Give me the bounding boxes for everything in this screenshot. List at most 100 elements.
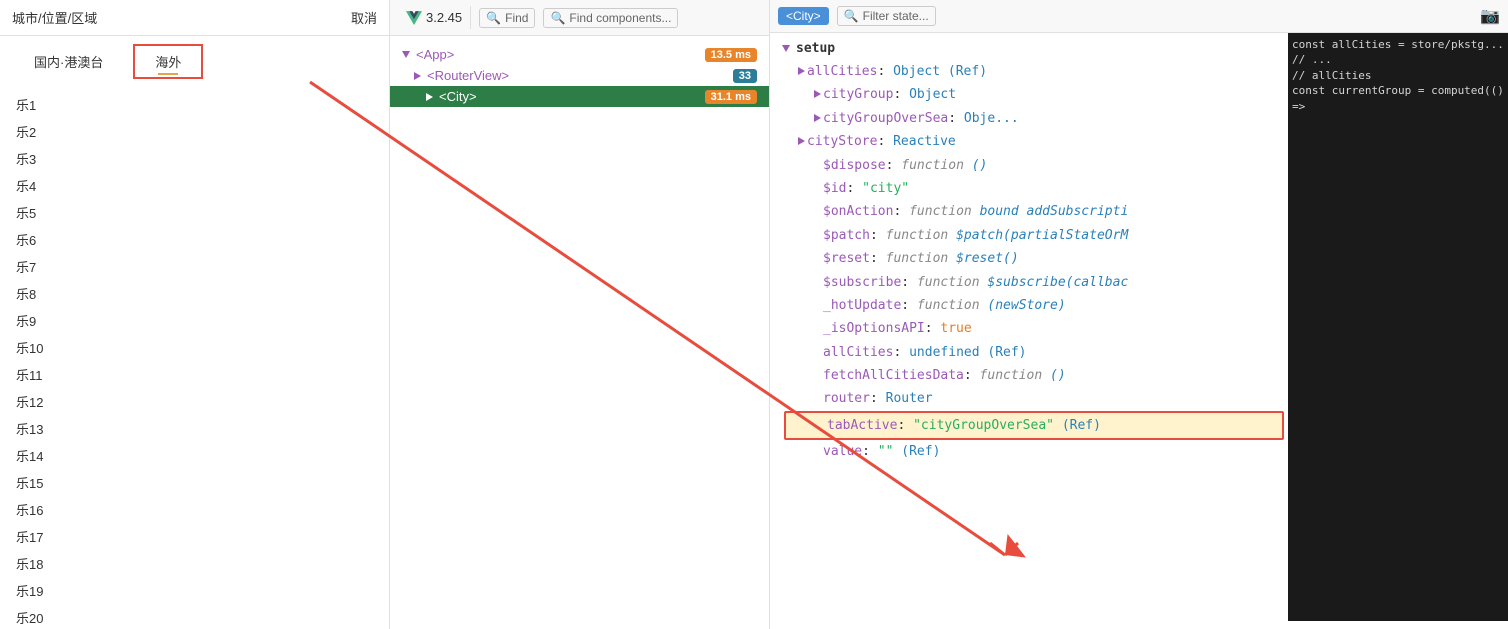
prop-colon: :: [870, 228, 886, 243]
vue-version-badge: 3.2.45: [398, 6, 471, 29]
city-list-item[interactable]: 乐1: [0, 91, 389, 118]
section-label: setup: [796, 41, 835, 56]
city-list-item[interactable]: 乐15: [0, 469, 389, 496]
prop-func-name: (): [972, 158, 988, 173]
expand-prop-icon: [798, 67, 805, 75]
city-list: 乐1乐2乐3乐4乐5乐6乐7乐8乐9乐10乐11乐12乐13乐14乐15乐16乐…: [0, 87, 389, 629]
city-list-item[interactable]: 乐14: [0, 442, 389, 469]
prop-key: value: [823, 444, 862, 459]
city-list-item[interactable]: 乐7: [0, 253, 389, 280]
tab-overseas[interactable]: 海外: [133, 44, 203, 79]
prop-colon: :: [886, 158, 902, 173]
prop-row: _isOptionsAPI: true: [782, 317, 1288, 340]
prop-extra-type: (Ref): [901, 444, 940, 459]
prop-row: allCities: undefined (Ref): [782, 341, 1288, 364]
tree-item-app[interactable]: <App> 13.5 ms: [390, 44, 769, 65]
prop-key: $dispose: [823, 158, 886, 173]
prop-key: $reset: [823, 251, 870, 266]
expand-prop-icon: [798, 137, 805, 145]
prop-colon: :: [925, 321, 941, 336]
prop-type: Obje...: [964, 111, 1019, 126]
prop-row: value: "" (Ref): [782, 440, 1288, 463]
prop-func-type: function: [917, 275, 987, 290]
city-component-tag: <City>: [778, 7, 829, 25]
city-list-item[interactable]: 乐10: [0, 334, 389, 361]
find-label: Find: [505, 11, 528, 25]
expand-icon: [414, 72, 421, 80]
prop-row: router: Router: [782, 387, 1288, 410]
prop-colon: :: [893, 204, 909, 219]
prop-row: $onAction: function bound addSubscripti: [782, 200, 1288, 223]
tree-item-city[interactable]: <City> 31.1 ms: [390, 86, 769, 107]
city-list-item[interactable]: 乐5: [0, 199, 389, 226]
component-label-routerview: <RouterView>: [427, 68, 509, 83]
component-label-city: <City>: [439, 89, 477, 104]
prop-key: _isOptionsAPI: [823, 321, 925, 336]
prop-func-name: $patch(partialStateOrM: [956, 228, 1128, 243]
props-container: allCities: Object (Ref)cityGroup: Object…: [782, 60, 1288, 464]
prop-func-name: bound addSubscripti: [980, 204, 1129, 219]
prop-colon: :: [893, 87, 909, 102]
city-list-item[interactable]: 乐16: [0, 496, 389, 523]
expand-icon: [426, 93, 433, 101]
prop-key: _hotUpdate: [823, 298, 901, 313]
tab-domestic[interactable]: 国内·港澳台: [12, 44, 125, 79]
prop-key: cityGroup: [823, 87, 893, 102]
prop-row: $id: "city": [782, 177, 1288, 200]
city-list-item[interactable]: 乐18: [0, 550, 389, 577]
prop-colon: :: [870, 391, 886, 406]
filter-state-box[interactable]: 🔍 Filter state...: [837, 6, 936, 26]
city-list-item[interactable]: 乐12: [0, 388, 389, 415]
prop-key: $patch: [823, 228, 870, 243]
city-list-item[interactable]: 乐3: [0, 145, 389, 172]
prop-key: fetchAllCitiesData: [823, 368, 964, 383]
camera-icon[interactable]: 📷: [1480, 6, 1500, 26]
prop-key: $subscribe: [823, 275, 901, 290]
expand-icon: [402, 51, 410, 58]
prop-func-name: (): [1050, 368, 1066, 383]
prop-row: fetchAllCitiesData: function (): [782, 364, 1288, 387]
right-panel: <City> 🔍 Filter state... 📷 setup allCiti…: [770, 0, 1508, 629]
prop-colon: :: [897, 418, 913, 433]
prop-bool: true: [940, 321, 971, 336]
find-components-icon: 🔍: [550, 11, 565, 25]
prop-colon: :: [877, 64, 893, 79]
prop-func-type: function: [909, 204, 979, 219]
city-list-item[interactable]: 乐9: [0, 307, 389, 334]
find-search[interactable]: 🔍 Find: [479, 8, 535, 28]
vue-logo-icon: [406, 11, 422, 25]
city-list-item[interactable]: 乐20: [0, 604, 389, 629]
city-list-item[interactable]: 乐11: [0, 361, 389, 388]
tree-item-routerview[interactable]: <RouterView> 33: [390, 65, 769, 86]
city-list-item[interactable]: 乐8: [0, 280, 389, 307]
component-label-app: <App>: [416, 47, 454, 62]
prop-row: tabActive: "cityGroupOverSea" (Ref): [784, 411, 1284, 440]
prop-key: allCities: [823, 345, 893, 360]
filter-placeholder: Filter state...: [863, 9, 929, 23]
expand-prop-icon: [814, 90, 821, 98]
prop-colon: :: [877, 134, 893, 149]
prop-value-str: "cityGroupOverSea": [913, 418, 1054, 433]
city-list-item[interactable]: 乐4: [0, 172, 389, 199]
code-preview-text: const allCities = store/pkstg... // ... …: [1292, 37, 1504, 114]
find-components-search[interactable]: 🔍 Find components...: [543, 8, 678, 28]
code-preview: const allCities = store/pkstg... // ... …: [1288, 33, 1508, 621]
timing-badge-city: 31.1 ms: [705, 90, 757, 104]
city-list-item[interactable]: 乐6: [0, 226, 389, 253]
component-tree: <App> 13.5 ms <RouterView> 33 <City> 31.…: [390, 36, 769, 629]
prop-colon: :: [901, 298, 917, 313]
left-panel: 城市/位置/区域 取消 国内·港澳台 海外 乐1乐2乐3乐4乐5乐6乐7乐8乐9…: [0, 0, 390, 629]
expand-prop-icon: [814, 114, 821, 122]
city-list-item[interactable]: 乐17: [0, 523, 389, 550]
prop-value-str: "city": [862, 181, 909, 196]
prop-colon: :: [964, 368, 980, 383]
cancel-button[interactable]: 取消: [351, 8, 377, 27]
details-content: setup allCities: Object (Ref)cityGroup: …: [770, 33, 1508, 629]
middle-panel: 3.2.45 🔍 Find 🔍 Find components... <App>…: [390, 0, 770, 629]
city-list-item[interactable]: 乐13: [0, 415, 389, 442]
city-list-item[interactable]: 乐19: [0, 577, 389, 604]
city-list-item[interactable]: 乐2: [0, 118, 389, 145]
find-components-label: Find components...: [569, 11, 671, 25]
prop-key: cityGroupOverSea: [823, 111, 948, 126]
prop-colon: :: [862, 444, 878, 459]
